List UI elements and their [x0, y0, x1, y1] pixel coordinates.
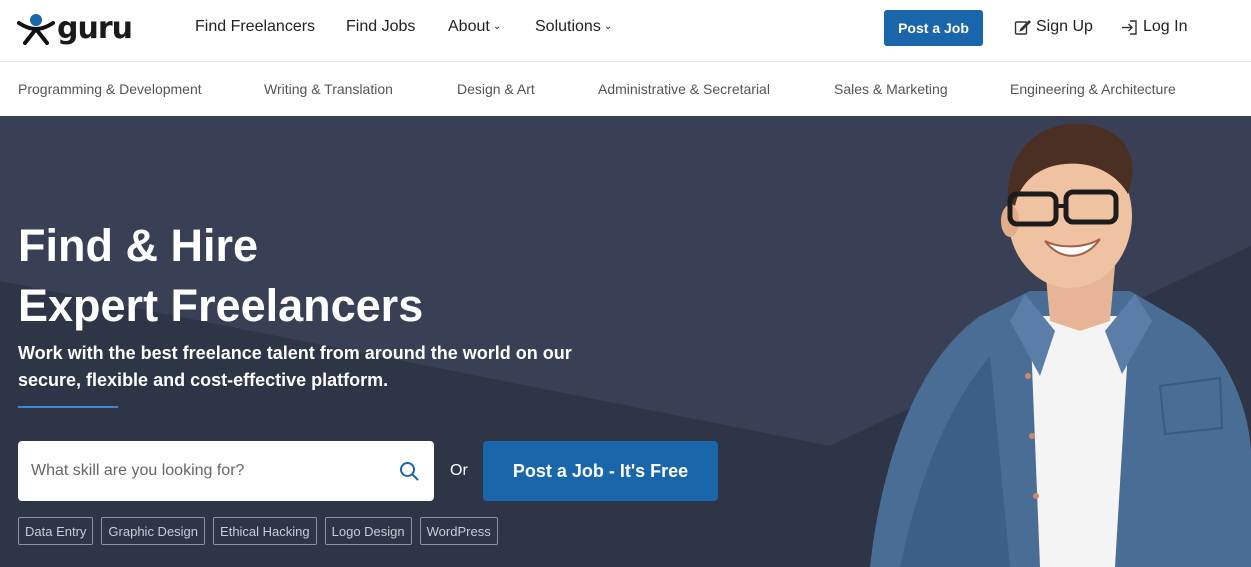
tag-ethical-hacking[interactable]: Ethical Hacking	[213, 517, 317, 545]
guru-figure-icon	[17, 14, 55, 45]
category-sales[interactable]: Sales & Marketing	[834, 81, 948, 97]
nav-solutions[interactable]: Solutions ⌄	[535, 18, 612, 36]
tag-graphic-design[interactable]: Graphic Design	[101, 517, 206, 545]
nav-about[interactable]: About ⌄	[448, 18, 501, 36]
chevron-down-icon: ⌄	[603, 21, 613, 32]
nav-solutions-label: Solutions	[535, 18, 601, 35]
guru-logo[interactable]: guru	[17, 11, 133, 46]
post-a-job-button[interactable]: Post a Job	[884, 10, 983, 46]
tag-data-entry[interactable]: Data Entry	[18, 517, 94, 545]
nav-find-freelancers-label: Find Freelancers	[195, 18, 316, 35]
sign-up-label: Sign Up	[1036, 18, 1093, 35]
popular-skill-tags: Data Entry Graphic Design Ethical Hackin…	[18, 517, 498, 545]
or-separator: Or	[450, 462, 468, 479]
log-in-label: Log In	[1143, 18, 1188, 35]
sign-up-link[interactable]: Sign Up	[1014, 18, 1093, 36]
nav-about-label: About	[448, 18, 490, 35]
hero-section: Find & Hire Expert Freelancers Work with…	[0, 116, 1251, 567]
skill-search-input[interactable]	[31, 462, 398, 480]
hero-title: Find & Hire Expert Freelancers	[18, 216, 423, 336]
tag-logo-design[interactable]: Logo Design	[324, 517, 412, 545]
smiling-man-photo	[870, 123, 1251, 567]
hero-title-line2: Expert Freelancers	[18, 280, 424, 331]
top-navigation: guru Find Freelancers Find Jobs About ⌄ S…	[0, 0, 1251, 62]
nav-find-jobs-label: Find Jobs	[346, 18, 416, 35]
category-writing[interactable]: Writing & Translation	[264, 81, 393, 97]
category-administrative[interactable]: Administrative & Secretarial	[598, 81, 770, 97]
logo-wordmark: guru	[57, 11, 133, 46]
tag-wordpress[interactable]: WordPress	[419, 517, 498, 545]
chevron-down-icon: ⌄	[492, 21, 502, 32]
accent-divider	[18, 406, 118, 408]
hero-title-line1: Find & Hire	[18, 220, 259, 271]
nav-find-jobs[interactable]: Find Jobs	[346, 18, 415, 36]
post-job-free-button[interactable]: Post a Job - It's Free	[483, 441, 718, 501]
category-design[interactable]: Design & Art	[457, 81, 535, 97]
skill-search-box[interactable]	[18, 441, 434, 501]
edit-icon	[1014, 19, 1031, 35]
login-icon	[1122, 19, 1137, 35]
hero-subtitle: Work with the best freelance talent from…	[18, 343, 572, 390]
log-in-link[interactable]: Log In	[1121, 18, 1187, 36]
category-engineering[interactable]: Engineering & Architecture	[1010, 81, 1176, 97]
category-bar: Programming & Development Writing & Tran…	[0, 63, 1251, 116]
category-programming[interactable]: Programming & Development	[18, 81, 202, 97]
search-icon[interactable]	[398, 460, 420, 482]
nav-find-freelancers[interactable]: Find Freelancers	[195, 18, 315, 36]
